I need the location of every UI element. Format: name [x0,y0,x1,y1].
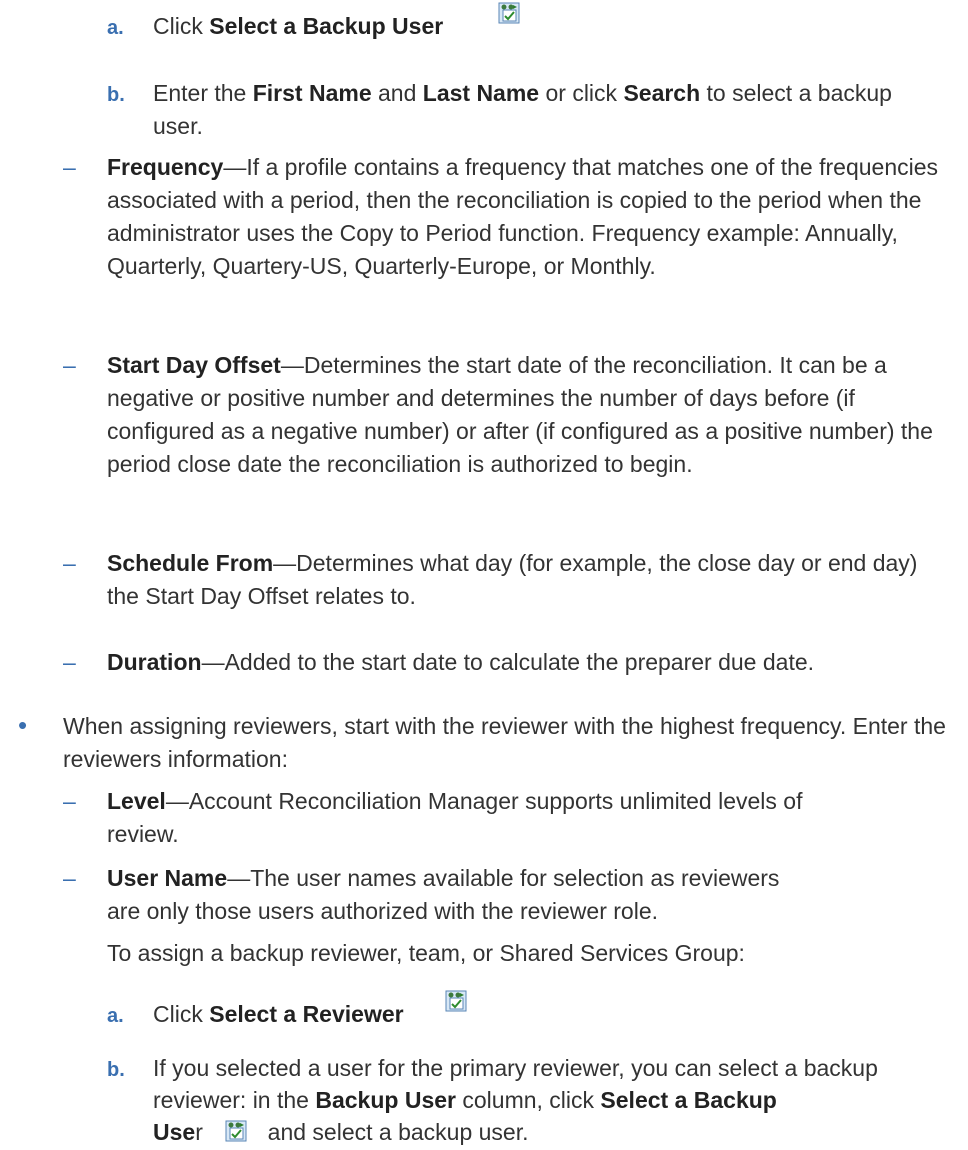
start-day-offset-item: Start Day Offset—Determines the start da… [107,349,947,481]
duration-term: Duration [107,649,202,675]
frequency-text: —If a profile contains a frequency that … [107,154,939,279]
dash-marker: – [63,352,76,378]
step-marker: b. [107,84,125,106]
bullet-marker: • [18,710,28,740]
dash-marker: – [63,788,76,814]
dash-marker: – [63,649,76,675]
dash-marker: – [63,865,76,891]
step-marker: b. [107,1059,125,1081]
level-text: —Account Reconciliation Manager supports… [107,788,803,847]
select-reviewer-label: Select a Reviewer [209,1001,404,1027]
schedule-from-item: Schedule From—Determines what day (for e… [107,547,947,613]
step-select-backup-user: Click Select a Backup User [153,10,443,43]
step-marker: a. [107,17,124,39]
level-item: Level—Account Reconciliation Manager sup… [107,785,807,851]
search-label: Search [623,80,701,106]
user-name-item: User Name—The user names available for s… [107,862,807,928]
duration-item: Duration—Added to the start date to calc… [107,646,947,679]
step-backup-reviewer: If you selected a user for the primary r… [153,1052,968,1150]
dash-marker: – [63,550,76,576]
step-text: Click [153,13,210,39]
select-user-icon[interactable] [445,988,467,1021]
select-backup-user-label: Select a Backup User [209,13,444,39]
schedule-from-term: Schedule From [107,550,274,576]
frequency-term: Frequency [107,154,224,180]
assign-backup-note: To assign a backup reviewer, team, or Sh… [107,940,745,966]
first-name-label: First Name [252,80,372,106]
step-enter-name: Enter the First Name and Last Name or cl… [153,80,892,139]
start-day-offset-term: Start Day Offset [107,352,281,378]
select-user-icon[interactable] [498,0,520,33]
frequency-item: Frequency—If a profile contains a freque… [107,151,962,283]
select-backup-label: Select a Backup [600,1087,777,1113]
dash-marker: – [63,154,76,180]
level-term: Level [107,788,166,814]
select-user-icon[interactable] [225,1118,247,1150]
backup-user-column-label: Backup User [315,1087,456,1113]
step-marker: a. [107,1005,124,1027]
last-name-label: Last Name [422,80,540,106]
user-name-term: User Name [107,865,228,891]
reviewers-bullet-item: When assigning reviewers, start with the… [63,713,946,772]
duration-text: —Added to the start date to calculate th… [201,649,815,675]
step-select-reviewer: Click Select a Reviewer [153,1001,404,1027]
